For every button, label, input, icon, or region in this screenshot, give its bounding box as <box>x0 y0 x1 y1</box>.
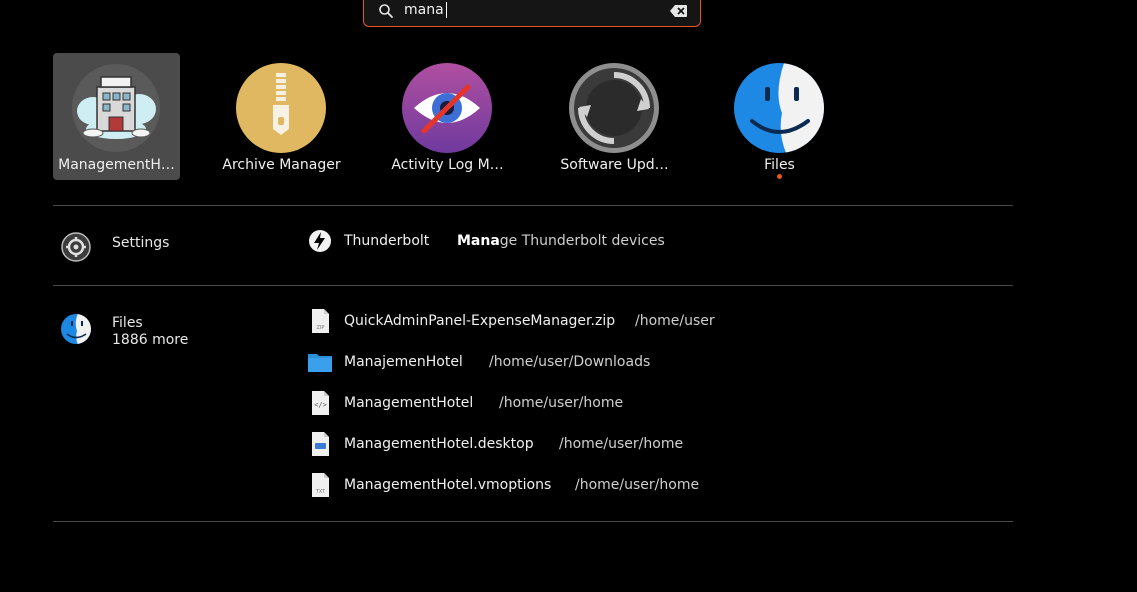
app-label: Activity Log M… <box>391 157 504 173</box>
hotel-app-icon <box>72 64 160 152</box>
app-tile-archive-manager[interactable]: Archive Manager <box>218 53 345 180</box>
description-text: ge Thunderbolt devices <box>499 233 665 249</box>
section-divider <box>53 521 1013 522</box>
provider-name: Files <box>112 315 143 331</box>
result-path: /home/user/home <box>575 477 700 493</box>
result-title: QuickAdminPanel-ExpenseManager.zip <box>344 313 616 329</box>
svg-text:TXT: TXT <box>315 489 326 495</box>
app-tile-activity-log[interactable]: Activity Log M… <box>384 53 511 180</box>
files-icon <box>61 314 91 344</box>
result-path: /home/user/Downloads <box>489 354 651 370</box>
result-file[interactable]: ManagementHotel.desktop /home/user/home <box>305 429 705 461</box>
svg-text:ZIP: ZIP <box>317 325 325 331</box>
result-file[interactable]: ZIP QuickAdminPanel-ExpenseManager.zip /… <box>305 306 735 338</box>
thunderbolt-icon <box>309 230 331 252</box>
zip-file-icon: ZIP <box>312 309 329 333</box>
result-title: Thunderbolt <box>344 233 430 249</box>
app-tile-software-updater[interactable]: Software Upd… <box>551 53 678 180</box>
app-label: Files <box>764 157 795 173</box>
search-icon <box>379 4 393 18</box>
software-updater-icon <box>569 63 659 153</box>
result-title: ManagementHotel.desktop <box>344 436 534 452</box>
result-title: ManagementHotel.vmoptions <box>344 477 552 493</box>
text-caret <box>446 2 447 18</box>
result-path: /home/user <box>635 313 715 329</box>
section-divider <box>53 285 1013 286</box>
running-indicator <box>777 174 782 179</box>
text-file-icon: TXT <box>312 473 329 497</box>
result-file[interactable]: </> ManagementHotel /home/user/home <box>305 388 645 420</box>
app-tile-managementhotel[interactable]: ManagementH… <box>53 53 180 180</box>
app-label: Software Upd… <box>560 157 669 173</box>
search-box[interactable] <box>363 0 701 27</box>
archive-manager-icon <box>236 63 326 153</box>
app-label: Archive Manager <box>222 157 341 173</box>
result-path: /home/user/home <box>499 395 624 411</box>
clear-search-icon[interactable] <box>670 4 688 18</box>
result-title: ManajemenHotel <box>344 354 463 370</box>
result-thunderbolt[interactable]: Thunderbolt Manage Thunderbolt devices <box>305 226 705 258</box>
result-path: /home/user/home <box>559 436 684 452</box>
section-divider <box>53 205 1013 206</box>
provider-name: Settings <box>112 235 170 251</box>
app-tile-files[interactable]: Files <box>716 53 843 180</box>
files-icon <box>734 63 824 153</box>
gear-icon <box>61 232 91 262</box>
provider-more-count: 1886 more <box>112 332 189 348</box>
activity-log-icon <box>402 63 492 153</box>
result-file[interactable]: TXT ManagementHotel.vmoptions /home/user… <box>305 470 725 502</box>
svg-text:</>: </> <box>314 401 327 409</box>
result-title: ManagementHotel <box>344 395 474 411</box>
desktop-file-icon <box>312 432 329 456</box>
folder-icon <box>308 354 332 372</box>
search-match-highlight: Mana <box>457 233 500 249</box>
script-file-icon: </> <box>312 391 329 415</box>
result-description: Manage Thunderbolt devices <box>457 233 665 249</box>
result-file[interactable]: ManajemenHotel /home/user/Downloads <box>305 347 665 379</box>
app-label: ManagementH… <box>58 157 175 173</box>
search-input[interactable] <box>404 0 654 22</box>
